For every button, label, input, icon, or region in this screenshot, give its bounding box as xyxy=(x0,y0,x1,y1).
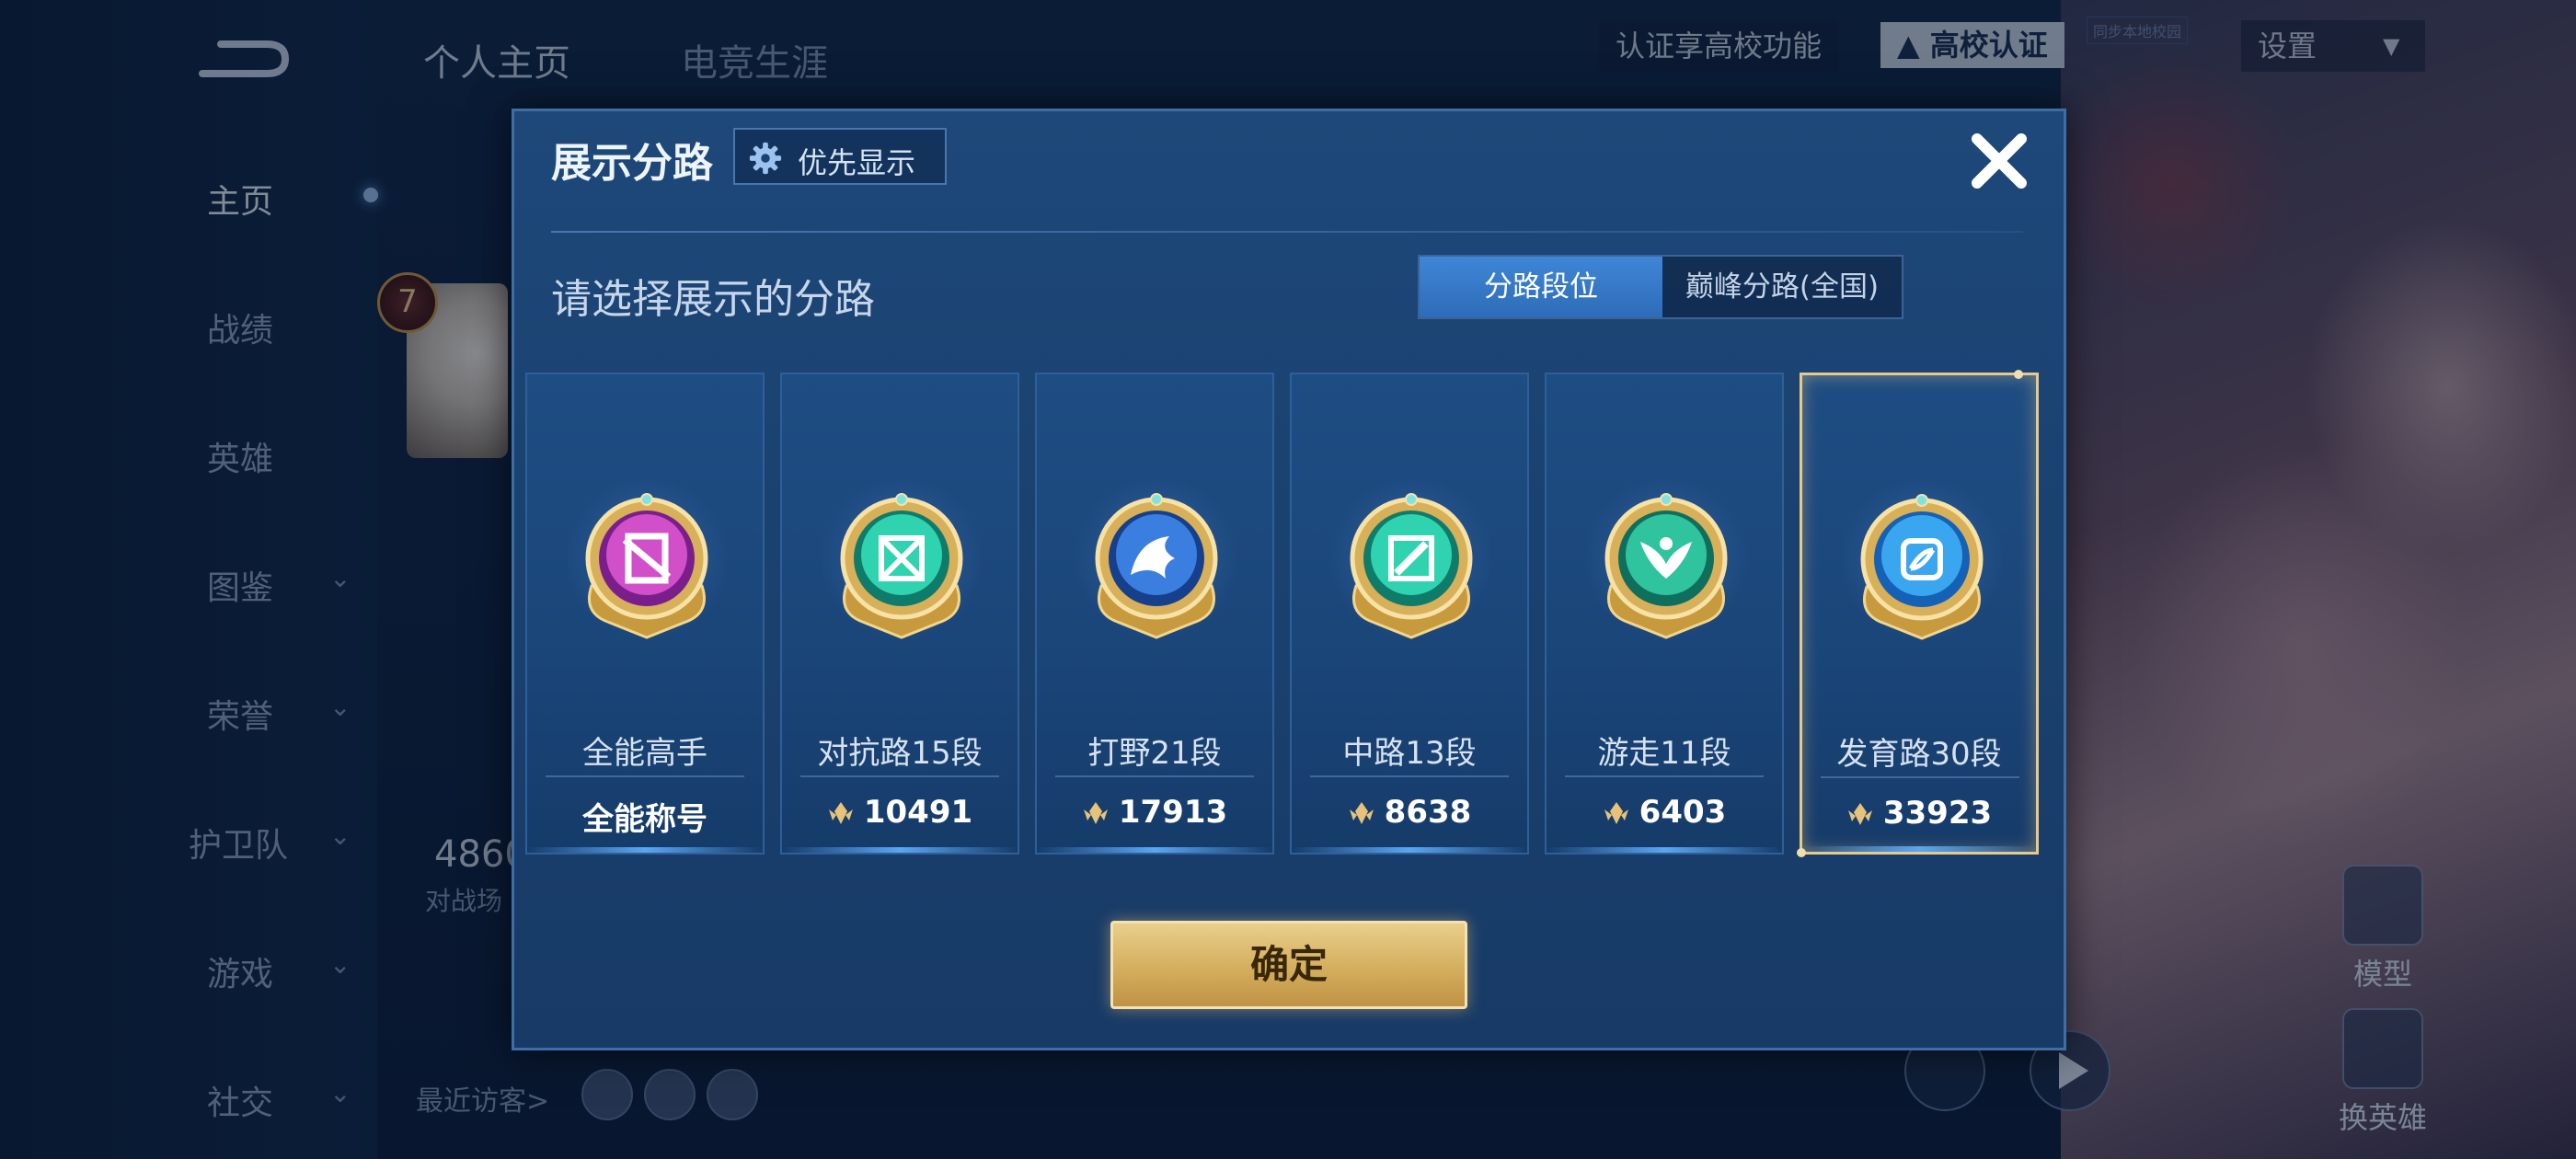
lane-score: 全能称号 xyxy=(527,794,763,839)
card-highlight-bar xyxy=(782,847,1018,853)
dialog-title: 展示分路 xyxy=(551,140,713,187)
lane-rank: 游走11段 xyxy=(1597,735,1731,772)
lane-rank: 对抗路15段 xyxy=(817,735,983,772)
lane-score: 17913 xyxy=(1037,794,1272,831)
priority-display-button[interactable]: 优先显示 xyxy=(733,128,947,185)
tab-peak-lane-national[interactable]: 巅峰分路(全国) xyxy=(1662,257,1902,317)
lane-score-value: 全能称号 xyxy=(582,801,707,838)
mid-lane-emblem-icon xyxy=(1350,493,1473,639)
display-lane-dialog: 展示分路 优先显示 请选择展示的分路 分路段位 巅峰分路(全国) 全能高手全能称… xyxy=(512,109,2066,1050)
lane-card-jungle[interactable]: 打野21段 17913 xyxy=(1035,373,1274,855)
lane-rank: 全能高手 xyxy=(582,735,707,772)
score-icon xyxy=(1083,802,1108,824)
card-highlight-bar xyxy=(1037,847,1272,853)
priority-display-label: 优先显示 xyxy=(798,145,916,180)
lane-score: 10491 xyxy=(782,794,1018,831)
card-divider xyxy=(800,775,999,777)
lane-rank: 中路13段 xyxy=(1342,735,1477,772)
clash-lane-emblem-icon xyxy=(840,493,963,639)
lane-card-allround[interactable]: 全能高手 全能称号 xyxy=(525,373,765,855)
lane-mode-toggle: 分路段位 巅峰分路(全国) xyxy=(1418,255,1903,319)
lane-score-value: 17913 xyxy=(1118,794,1228,831)
lane-card-farm[interactable]: 发育路30段 33923 xyxy=(1797,370,2039,857)
farm-lane-emblem-icon xyxy=(1860,494,1984,640)
score-icon xyxy=(1604,802,1628,824)
selection-corner-dot xyxy=(1797,848,1806,857)
roam-emblem-icon xyxy=(1604,493,1728,639)
tab-lane-rank[interactable]: 分路段位 xyxy=(1420,257,1662,317)
lane-score: 6403 xyxy=(1547,794,1782,831)
lane-card-clash[interactable]: 对抗路15段 10491 xyxy=(780,373,1019,855)
lane-card-mid[interactable]: 中路13段 8638 xyxy=(1290,373,1529,855)
score-icon xyxy=(1349,802,1374,824)
lane-score-value: 8638 xyxy=(1384,794,1472,831)
card-divider xyxy=(546,775,744,777)
lane-rank: 打野21段 xyxy=(1087,735,1222,772)
lane-rank: 发育路30段 xyxy=(1836,736,2002,773)
header-divider xyxy=(551,231,2023,233)
confirm-button[interactable]: 确定 xyxy=(1110,921,1467,1009)
card-divider xyxy=(1821,776,2019,778)
gear-icon xyxy=(749,142,782,175)
selection-corner-dot xyxy=(2014,370,2023,379)
card-highlight-bar xyxy=(1547,847,1782,853)
close-icon[interactable] xyxy=(1962,124,2036,198)
lane-score: 33923 xyxy=(1802,795,2036,832)
lane-score-value: 10491 xyxy=(863,794,973,831)
card-divider xyxy=(1310,775,1509,777)
allround-emblem-icon xyxy=(585,493,708,639)
card-highlight-bar xyxy=(1802,846,2036,852)
lane-score-value: 33923 xyxy=(1882,795,1993,832)
card-highlight-bar xyxy=(527,847,763,853)
card-divider xyxy=(1055,775,1254,777)
lane-score-value: 6403 xyxy=(1639,794,1727,831)
lane-card-roam[interactable]: 游走11段 6403 xyxy=(1545,373,1784,855)
jungle-emblem-icon xyxy=(1095,493,1218,639)
select-lane-prompt: 请选择展示的分路 xyxy=(551,276,875,323)
lane-score: 8638 xyxy=(1292,794,1527,831)
score-icon xyxy=(828,802,853,824)
score-icon xyxy=(1847,803,1872,825)
card-divider xyxy=(1565,775,1764,777)
card-highlight-bar xyxy=(1292,847,1527,853)
